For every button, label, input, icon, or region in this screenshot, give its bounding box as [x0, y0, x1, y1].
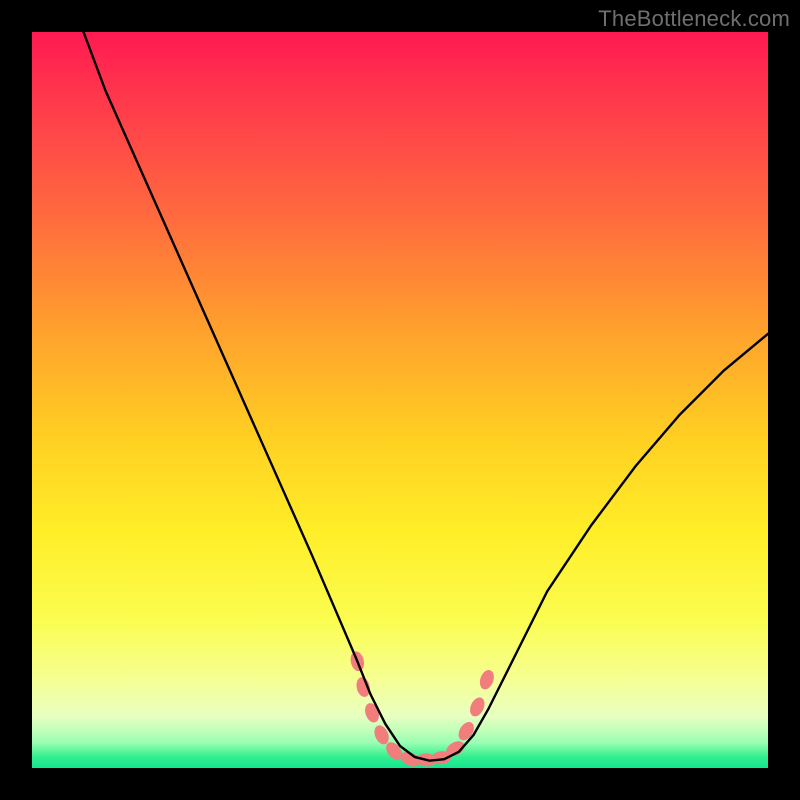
marker-dot [455, 719, 477, 743]
markers-group [349, 650, 497, 768]
plot-area [32, 32, 768, 768]
curve-path [84, 32, 768, 761]
marker-dot [477, 668, 496, 691]
chart-frame: TheBottleneck.com [0, 0, 800, 800]
chart-svg [32, 32, 768, 768]
watermark-text: TheBottleneck.com [598, 6, 790, 32]
